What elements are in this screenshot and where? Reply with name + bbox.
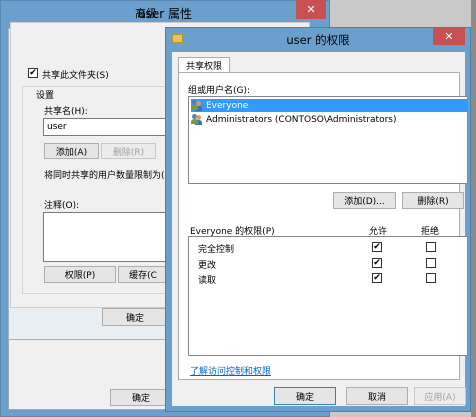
list-item-label: Administrators (CONTOSO\Administrators) (206, 114, 397, 125)
change-deny-checkbox[interactable] (426, 258, 436, 268)
permissions-apply-button[interactable]: 应用(A) (414, 387, 466, 405)
permissions-ok-button[interactable]: 确定 (274, 387, 336, 405)
background-strip (471, 0, 476, 417)
group-icon (191, 114, 203, 125)
share-folder-label: 共享此文件夹(S) (42, 71, 109, 81)
full-control-deny-checkbox[interactable] (426, 242, 436, 252)
add-button[interactable]: 添加(A) (44, 143, 99, 159)
access-control-help-link[interactable]: 了解访问控制和权限 (190, 364, 271, 377)
remove-button[interactable]: 删除(R) (101, 143, 156, 159)
permissions-close-button[interactable]: ✕ (433, 27, 465, 45)
permissions-window-title: user 的权限 (286, 33, 350, 47)
group-icon (191, 100, 203, 111)
comment-label: 注释(O): (44, 201, 80, 211)
share-name-input[interactable]: user (43, 118, 167, 136)
permission-change-label: 更改 (198, 261, 217, 271)
comment-textarea[interactable] (43, 212, 167, 262)
user-properties-close-button[interactable]: ✕ (296, 0, 326, 19)
group-user-label: 组或用户名(G): (188, 86, 251, 96)
read-deny-checkbox[interactable] (426, 273, 436, 283)
add-user-button[interactable]: 添加(D)... (333, 192, 396, 209)
share-name-label: 共享名(H): (44, 107, 88, 117)
permissions-button[interactable]: 权限(P) (44, 266, 116, 283)
full-control-allow-checkbox[interactable]: ✔ (372, 242, 382, 252)
properties-ok-button[interactable]: 确定 (110, 389, 172, 406)
tab-share-permissions[interactable]: 共享权限 (178, 57, 230, 73)
share-folder-checkbox[interactable]: ✔ (28, 68, 38, 78)
share-name-value: user (47, 122, 67, 132)
advanced-ok-button[interactable]: 确定 (102, 308, 168, 326)
permissions-cancel-button[interactable]: 取消 (346, 387, 408, 405)
user-properties-title: user 属性 (138, 7, 192, 21)
cache-button[interactable]: 缓存(C (118, 266, 168, 283)
list-item-everyone[interactable]: Everyone (191, 99, 467, 112)
list-item-administrators[interactable]: Administrators (CONTOSO\Administrators) (191, 113, 396, 126)
permission-read-label: 读取 (198, 276, 217, 286)
permission-full-control-label: 完全控制 (198, 245, 235, 255)
advanced-sharing-title: 高级 (135, 7, 157, 20)
remove-user-button[interactable]: 删除(R) (402, 192, 464, 209)
change-allow-checkbox[interactable]: ✔ (372, 258, 382, 268)
list-item-label: Everyone (206, 100, 249, 111)
user-limit-label: 将同时共享的用户数量限制为(L (44, 171, 170, 181)
read-allow-checkbox[interactable]: ✔ (372, 273, 382, 283)
user-list[interactable]: Everyone Administrators (CONTOSO\Adminis… (188, 96, 468, 184)
settings-group-label: 设置 (34, 88, 57, 101)
